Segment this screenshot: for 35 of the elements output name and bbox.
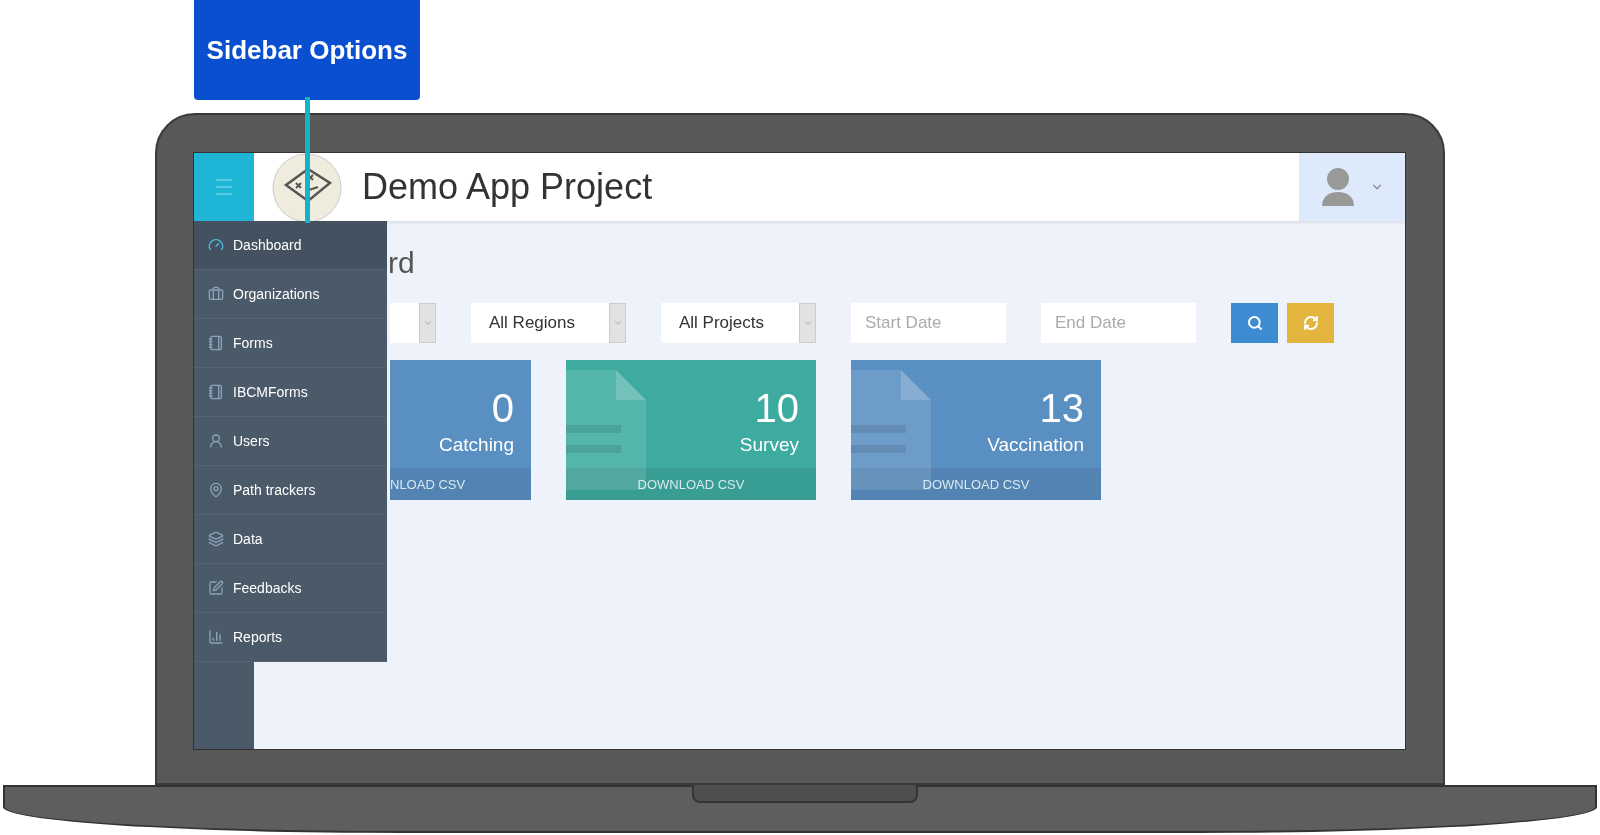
search-icon [1246,315,1263,331]
stat-count: 10 [754,388,799,428]
bar-chart-icon [208,629,224,645]
stat-count: 0 [491,388,514,428]
notebook-icon [208,335,224,351]
dropdown-field[interactable]: All Projects [661,303,816,343]
user-menu[interactable] [1299,153,1405,221]
menu-button[interactable] [194,153,254,221]
search-button[interactable] [1231,303,1278,343]
notebook-icon [208,384,224,400]
callout-label: Sidebar Options [194,0,420,100]
project-title: Demo App Project [362,165,654,209]
stat-label: Catching [439,434,514,456]
date-field[interactable]: End Date [1041,303,1196,343]
refresh-button[interactable] [1287,303,1334,343]
gauge-icon [208,237,224,253]
user-icon [208,433,224,449]
avatar-icon [1320,166,1356,208]
map-pin-icon [208,482,224,498]
edit-icon [208,580,224,596]
stat-label: Vaccination [987,434,1084,456]
page-heading: rd [388,245,416,281]
stat-count: 13 [1039,388,1084,428]
dropdown-field[interactable] [390,303,436,343]
briefcase-icon [208,286,224,302]
caret-icon [612,318,623,328]
refresh-icon [1302,315,1319,331]
menu-item[interactable]: Dashboard [194,221,387,270]
stat-label: Survey [739,434,799,456]
layers-icon [208,531,224,547]
dropdown-field[interactable]: All Regions [471,303,626,343]
caret-icon [802,318,813,328]
logo-icon [272,153,342,223]
caret-icon [422,318,433,328]
date-field[interactable]: Start Date [851,303,1006,343]
